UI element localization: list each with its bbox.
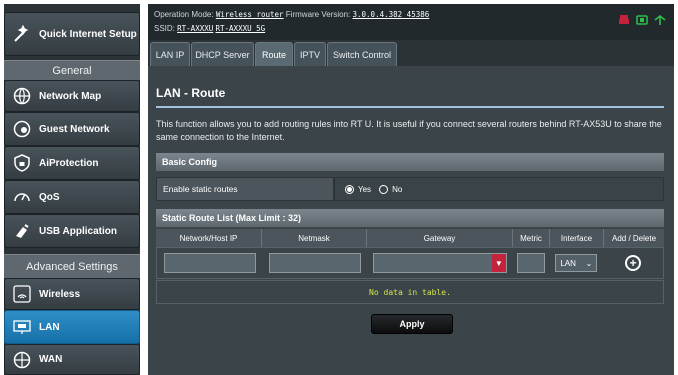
wifi-icon <box>11 283 33 305</box>
title-divider <box>156 106 664 108</box>
sidebar-item-label: Network Map <box>39 90 102 102</box>
metric-input[interactable] <box>517 253 546 273</box>
tab-route[interactable]: Route <box>255 42 293 66</box>
tab-dhcp-server[interactable]: DHCP Server <box>191 42 254 66</box>
tab-lan-ip[interactable]: LAN IP <box>150 42 190 66</box>
chevron-down-icon: ⌄ <box>585 258 593 268</box>
sidebar-item-label: Guest Network <box>39 123 110 135</box>
interface-select-value: LAN <box>560 258 576 268</box>
status-header: Operation Mode: Wireless router Firmware… <box>148 4 674 40</box>
gateway-combobox[interactable]: ▼ <box>372 253 507 273</box>
enable-static-routes-control: Yes No <box>334 177 664 201</box>
sidebar-item-label: QoS <box>39 191 60 203</box>
sidebar-item-label: Wireless <box>39 288 81 300</box>
sidebar-item-label: AiProtection <box>39 157 99 169</box>
sidebar-item-qos[interactable]: QoS <box>4 180 140 214</box>
ssid-label: SSID: <box>154 24 175 33</box>
status-icons <box>618 14 666 28</box>
tab-bar: LAN IP DHCP Server Route IPTV Switch Con… <box>148 40 674 66</box>
page-description: This function allows you to add routing … <box>156 119 662 142</box>
network-host-ip-input[interactable] <box>163 253 256 273</box>
column-interface: Interface <box>550 229 604 247</box>
firmware-version-link[interactable]: 3.0.0.4.382_45386 <box>353 10 430 19</box>
guest-network-icon <box>11 118 33 140</box>
sidebar: Quick Internet Setup General Network Map… <box>4 4 140 375</box>
enable-static-routes-row: Enable static routes Yes No <box>156 177 664 201</box>
operation-mode-label: Operation Mode: <box>154 10 214 19</box>
speedometer-icon <box>11 186 33 208</box>
sidebar-item-aiprotection[interactable]: AiProtection <box>4 146 140 180</box>
apply-button[interactable]: Apply <box>371 314 453 334</box>
ssid-line: SSID: RT-AXXXU RT-AXXXU_5G <box>154 24 265 33</box>
route-input-row: ▼ LAN ⌄ + <box>156 247 664 279</box>
advanced-settings-header: Advanced Settings <box>4 254 140 278</box>
static-route-list-header: Static Route List (Max Limit : 32) <box>156 209 664 227</box>
radio-no[interactable] <box>379 184 389 194</box>
firmware-label: Firmware Version: <box>285 10 351 19</box>
usb-puzzle-icon <box>11 220 33 242</box>
sidebar-item-label: USB Application <box>39 225 117 237</box>
column-netmask: Netmask <box>262 229 367 247</box>
radio-yes[interactable] <box>345 184 354 194</box>
page-title: LAN - Route <box>156 86 226 100</box>
radio-no-label: No <box>392 184 403 194</box>
column-network-host-ip: Network/Host IP <box>156 229 262 247</box>
quick-internet-setup-label: Quick Internet Setup <box>39 28 137 40</box>
column-metric: Metric <box>513 229 550 247</box>
sidebar-item-network-map[interactable]: Network Map <box>4 80 140 112</box>
sidebar-item-guest-network[interactable]: Guest Network <box>4 112 140 146</box>
printer-status-icon[interactable] <box>618 14 630 28</box>
operation-mode-line: Operation Mode: Wireless router Firmware… <box>154 10 429 19</box>
globe-icon <box>11 85 33 107</box>
empty-table-message: No data in table. <box>156 280 664 304</box>
sidebar-item-usb-application[interactable]: USB Application <box>4 214 140 248</box>
table-header: Network/Host IP Netmask Gateway Metric I… <box>156 229 664 247</box>
column-add-delete: Add / Delete <box>611 233 657 243</box>
sidebar-item-label: WAN <box>39 354 63 365</box>
wizard-icon <box>11 23 33 45</box>
column-gateway: Gateway <box>367 229 513 247</box>
tab-switch-control[interactable]: Switch Control <box>327 42 397 66</box>
interface-select[interactable]: LAN ⌄ <box>555 254 598 272</box>
quick-internet-setup-button[interactable]: Quick Internet Setup <box>4 12 140 56</box>
ssid-link-5g[interactable]: RT-AXXXU_5G <box>216 24 266 33</box>
network-status-icon[interactable] <box>654 14 666 28</box>
operation-mode-link[interactable]: Wireless router <box>216 10 284 19</box>
main-panel: LAN - Route This function allows you to … <box>148 66 674 375</box>
dropdown-arrow-icon[interactable]: ▼ <box>491 254 506 272</box>
lan-icon <box>11 316 33 338</box>
radio-yes-label: Yes <box>358 184 372 194</box>
add-route-button[interactable]: + <box>625 255 642 271</box>
sidebar-item-lan[interactable]: LAN <box>4 310 140 344</box>
enable-static-routes-label: Enable static routes <box>156 177 334 201</box>
general-header: General <box>4 60 140 80</box>
basic-config-header: Basic Config <box>156 153 664 171</box>
netmask-input[interactable] <box>268 253 361 273</box>
sidebar-item-wan[interactable]: WAN <box>4 344 140 375</box>
ssid-link-24g[interactable]: RT-AXXXU <box>177 24 213 33</box>
sidebar-item-wireless[interactable]: Wireless <box>4 278 140 310</box>
sidebar-item-label: LAN <box>39 321 60 333</box>
usb-status-icon[interactable] <box>636 14 648 28</box>
shield-lock-icon <box>11 152 33 174</box>
tab-iptv[interactable]: IPTV <box>294 42 326 66</box>
wan-globe-icon <box>11 349 33 371</box>
